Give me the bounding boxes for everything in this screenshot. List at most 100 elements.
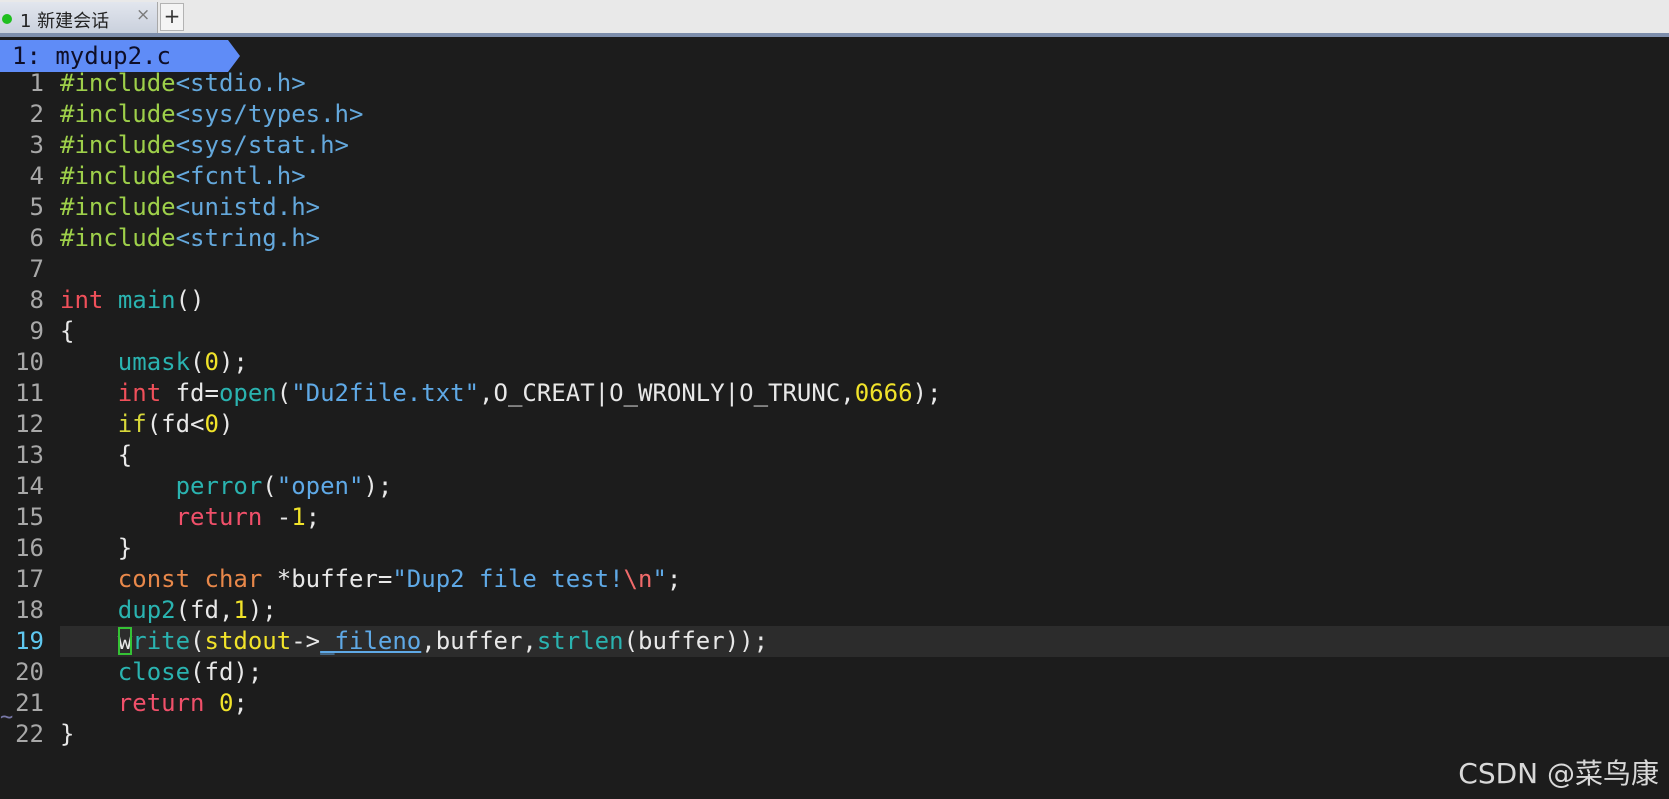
code-token: ,O_CREAT|O_WRONLY|O_TRUNC, bbox=[479, 379, 855, 407]
code-token: ; bbox=[233, 689, 248, 717]
session-tab-label: 1 新建会话 bbox=[20, 11, 110, 32]
code-line[interactable]: 3 #include<sys/stat.h> bbox=[0, 130, 1669, 161]
code-token: ); bbox=[247, 596, 277, 624]
code-line[interactable]: 1 #include<stdio.h> bbox=[0, 68, 1669, 99]
code-token: - bbox=[262, 503, 292, 531]
close-icon[interactable]: × bbox=[136, 5, 150, 25]
code-token: ,buffer, bbox=[421, 627, 537, 655]
code-token: #include bbox=[60, 131, 176, 159]
code-token: 1 bbox=[233, 596, 248, 624]
code-line[interactable]: 21 return 0; bbox=[0, 688, 1669, 719]
code-token: "Du2file.txt" bbox=[291, 379, 480, 407]
code-token: <unistd.h> bbox=[175, 193, 321, 221]
code-token: (fd< bbox=[146, 410, 205, 438]
code-text: int fd=open("Du2file.txt",O_CREAT|O_WRON… bbox=[60, 378, 942, 409]
code-token: <fcntl.h> bbox=[175, 162, 306, 190]
code-line[interactable]: 15 return -1; bbox=[0, 502, 1669, 533]
code-text: int main() bbox=[60, 285, 205, 316]
code-line[interactable]: 13 { bbox=[0, 440, 1669, 471]
connection-status-icon bbox=[2, 14, 12, 24]
line-number: 1 bbox=[29, 69, 44, 97]
code-token: fd= bbox=[161, 379, 219, 407]
code-token: #include bbox=[60, 69, 176, 97]
line-number: 8 bbox=[29, 286, 44, 314]
line-number: 13 bbox=[15, 441, 44, 469]
code-token: close bbox=[117, 658, 191, 686]
code-editor[interactable]: 1 #include<stdio.h> 2 #include<sys/types.h>… bbox=[0, 68, 1669, 750]
code-text: #include<sys/types.h> bbox=[60, 99, 363, 130]
code-token: <sys/types.h> bbox=[175, 100, 364, 128]
code-line[interactable]: 22} bbox=[0, 719, 1669, 750]
code-line[interactable]: 19 write(stdout->_fileno,buffer,strlen(b… bbox=[0, 626, 1669, 657]
line-number: 5 bbox=[29, 193, 44, 221]
code-line[interactable]: 4 #include<fcntl.h> bbox=[0, 161, 1669, 192]
code-text: #include<fcntl.h> bbox=[60, 161, 306, 192]
line-number: 14 bbox=[15, 472, 44, 500]
line-number: 11 bbox=[15, 379, 44, 407]
code-token: main bbox=[117, 286, 176, 314]
code-token: } bbox=[60, 720, 75, 748]
code-line[interactable]: 17 const char *buffer="Dup2 file test!\n… bbox=[0, 564, 1669, 595]
code-token: 0 bbox=[204, 410, 219, 438]
code-token: <stdio.h> bbox=[175, 69, 306, 97]
code-text: } bbox=[60, 533, 132, 564]
code-line[interactable]: 12 if(fd<0) bbox=[0, 409, 1669, 440]
code-line[interactable]: 18 dup2(fd,1); bbox=[0, 595, 1669, 626]
empty-line-marker: ~ bbox=[0, 705, 14, 730]
code-token: ( bbox=[276, 379, 292, 407]
code-line[interactable]: 8 int main() bbox=[0, 285, 1669, 316]
code-text: perror("open"); bbox=[60, 471, 393, 502]
code-line[interactable]: 2 #include<sys/types.h> bbox=[0, 99, 1669, 130]
code-token: 0 bbox=[204, 348, 219, 376]
code-token: ( bbox=[190, 348, 205, 376]
line-number: 4 bbox=[29, 162, 44, 190]
code-token: int bbox=[117, 379, 162, 407]
code-text: { bbox=[60, 440, 132, 471]
code-token: () bbox=[175, 286, 205, 314]
code-token: ( bbox=[190, 627, 205, 655]
code-token: " bbox=[652, 565, 667, 593]
code-token: ) bbox=[218, 410, 234, 438]
session-tab-1[interactable]: 1 新建会话 × bbox=[0, 2, 158, 34]
code-token: <sys/stat.h> bbox=[175, 131, 349, 159]
session-tab-bar: 1 新建会话 × + bbox=[0, 0, 1669, 37]
code-token: (buffer)); bbox=[623, 627, 769, 655]
tabbar-divider bbox=[0, 33, 1669, 37]
add-session-button[interactable]: + bbox=[160, 3, 184, 31]
code-text: dup2(fd,1); bbox=[60, 595, 277, 626]
code-token: const bbox=[117, 565, 191, 593]
code-token: rite bbox=[132, 627, 191, 655]
code-line[interactable]: 7 bbox=[0, 254, 1669, 285]
code-line[interactable]: 14 perror("open"); bbox=[0, 471, 1669, 502]
line-number: 18 bbox=[15, 596, 44, 624]
code-line[interactable]: 9{ bbox=[0, 316, 1669, 347]
code-token: umask bbox=[117, 348, 191, 376]
code-line[interactable]: 16 } bbox=[0, 533, 1669, 564]
code-token: int bbox=[60, 286, 104, 314]
code-text: #include<unistd.h> bbox=[60, 192, 320, 223]
code-line[interactable]: 20 close(fd); bbox=[0, 657, 1669, 688]
line-number: 17 bbox=[15, 565, 44, 593]
code-text: umask(0); bbox=[60, 347, 248, 378]
code-token: ); bbox=[218, 348, 248, 376]
code-line[interactable]: 5 #include<unistd.h> bbox=[0, 192, 1669, 223]
code-text: return -1; bbox=[60, 502, 321, 533]
code-line[interactable]: 11 int fd=open("Du2file.txt",O_CREAT|O_W… bbox=[0, 378, 1669, 409]
code-token: "open" bbox=[276, 472, 364, 500]
code-token: dup2 bbox=[117, 596, 176, 624]
code-token: open bbox=[218, 379, 277, 407]
code-token: } bbox=[60, 534, 133, 562]
code-text: return 0; bbox=[60, 688, 248, 719]
code-line[interactable]: 10 umask(0); bbox=[0, 347, 1669, 378]
line-number: 19 bbox=[15, 627, 44, 655]
code-line[interactable]: 6 #include<string.h> bbox=[0, 223, 1669, 254]
code-token: return bbox=[175, 503, 263, 531]
code-token: #include bbox=[60, 193, 176, 221]
